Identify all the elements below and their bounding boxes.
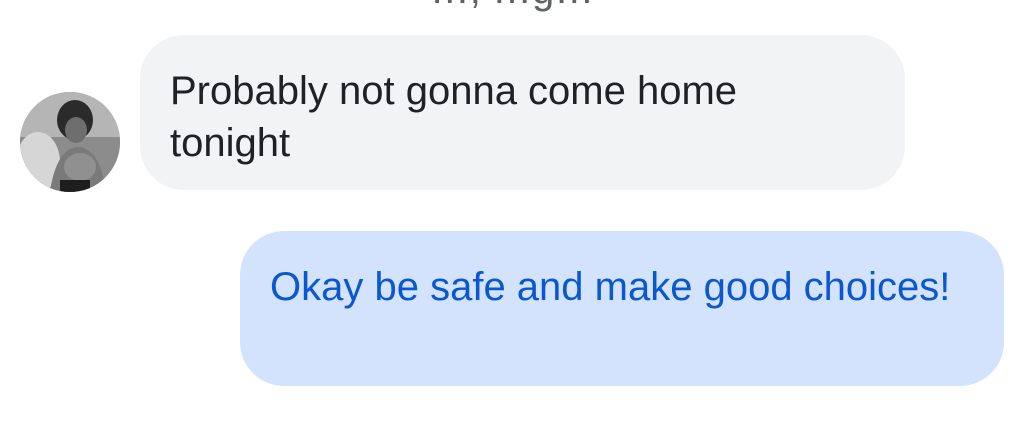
contact-photo-icon: [20, 92, 120, 192]
message-text: Okay be safe and make good choices!: [270, 265, 951, 309]
outgoing-message-bubble[interactable]: Okay be safe and make good choices!: [240, 231, 1004, 386]
message-text: Probably not gonna come home tonight: [170, 69, 738, 165]
previous-message-fragment: …, …g…: [0, 0, 1024, 10]
contact-avatar[interactable]: [20, 92, 120, 192]
incoming-message-bubble[interactable]: Probably not gonna come home tonight: [140, 35, 905, 190]
